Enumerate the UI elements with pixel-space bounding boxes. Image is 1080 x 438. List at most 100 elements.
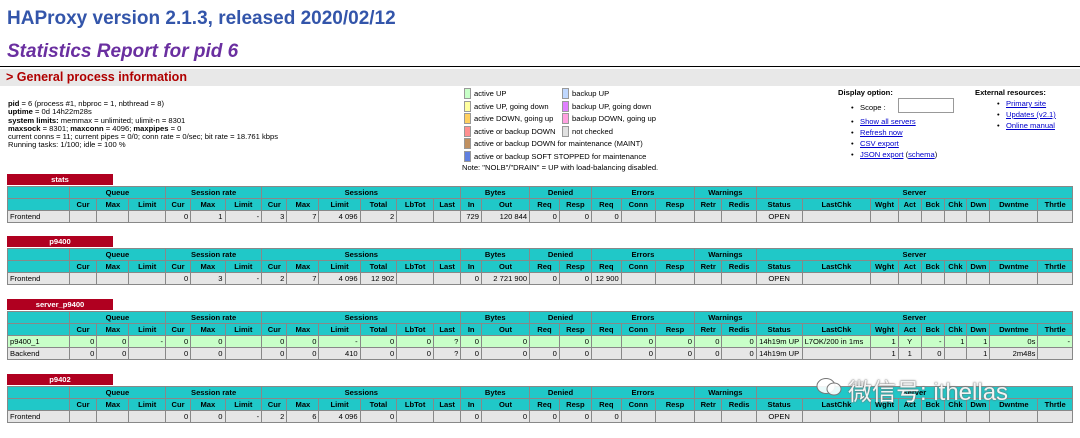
stat-cell <box>396 272 434 285</box>
row-name-cell[interactable]: p9400_1 <box>7 335 70 348</box>
column-header: Max <box>286 323 320 336</box>
stat-cell <box>943 272 968 285</box>
group-header: Errors <box>590 248 695 261</box>
column-header: Redis <box>721 323 757 336</box>
legend-swatch <box>464 113 471 124</box>
stat-cell <box>96 272 130 285</box>
header-blank <box>7 311 70 324</box>
stat-cell <box>590 335 622 348</box>
column-header: Limit <box>224 323 263 336</box>
proxy-name-tab[interactable]: p9402 <box>7 374 113 385</box>
group-header: Bytes <box>460 248 531 261</box>
stat-cell: 14h19m UP <box>755 347 803 360</box>
stat-cell: - <box>128 335 166 348</box>
proxy-name-tab[interactable]: server_p9400 <box>7 299 113 310</box>
column-header: Limit <box>318 398 361 411</box>
stat-cell <box>693 210 723 223</box>
column-header: Limit <box>128 198 166 211</box>
stat-cell <box>96 210 130 223</box>
stat-cell: 2 <box>261 272 288 285</box>
stat-cell: 0 <box>396 335 434 348</box>
group-header: Warnings <box>693 248 757 261</box>
header-blank <box>7 323 70 336</box>
display-options: Display option: Scope : Show all servers… <box>838 88 954 159</box>
group-header: Bytes <box>460 311 531 324</box>
stat-cell <box>432 210 462 223</box>
group-header: Server <box>755 248 1074 261</box>
stat-cell: 0 <box>590 210 622 223</box>
table-row: Frontend 0 0-2 6 4 096 0 0 0 0 0 0 OPEN <box>7 410 1073 423</box>
column-header: Last <box>432 398 462 411</box>
stat-cell: 0 <box>558 410 592 423</box>
stat-cell <box>432 272 462 285</box>
header-blank <box>7 398 70 411</box>
row-name-cell[interactable]: Backend <box>7 347 70 360</box>
stat-cell: OPEN <box>755 210 803 223</box>
stat-cell: 0 <box>286 347 320 360</box>
legend-label: active or backup SOFT STOPPED for mainte… <box>474 151 647 161</box>
column-header: Resp <box>558 398 592 411</box>
column-header: Conn <box>620 323 657 336</box>
proxy-name-tab[interactable]: stats <box>7 174 113 185</box>
column-header: Resp <box>655 398 695 411</box>
column-header: Dwntme <box>989 198 1039 211</box>
column-header: Cur <box>68 323 98 336</box>
table-row: p9400_1 0 0-0 0 0 0-0 0? 0 0 0 0 0 0 0 14h19m UP L7OK/2… <box>7 335 1073 348</box>
scope-input[interactable] <box>898 98 954 113</box>
column-header: Bck <box>920 323 945 336</box>
column-header: Req <box>590 198 622 211</box>
column-header: Retr <box>693 323 723 336</box>
column-header: Max <box>286 398 320 411</box>
display-options-title: Display option: <box>838 88 893 97</box>
column-header: Redis <box>721 198 757 211</box>
stat-cell: 3 <box>261 210 288 223</box>
group-header: Session rate <box>164 248 263 261</box>
stat-cell <box>432 410 462 423</box>
stat-cell <box>870 210 899 223</box>
stat-cell: 0 <box>558 210 592 223</box>
schema-link[interactable]: schema <box>908 150 935 159</box>
stat-cell <box>693 272 723 285</box>
legend-swatch <box>562 88 569 99</box>
external-resources: External resources: Primary site Updates… <box>975 88 1056 130</box>
group-header: Server <box>755 186 1074 199</box>
group-header: Server <box>755 311 1074 324</box>
row-name-cell[interactable]: Frontend <box>7 210 70 223</box>
stat-cell: 0 <box>190 410 226 423</box>
stat-cell: 7 <box>286 210 320 223</box>
column-header: Total <box>359 323 398 336</box>
column-header: Status <box>755 323 803 336</box>
group-header: Sessions <box>261 248 462 261</box>
primary-site-link[interactable]: Primary site <box>1006 99 1046 108</box>
stat-cell: 1 <box>190 210 226 223</box>
online-manual-link[interactable]: Online manual <box>1006 121 1055 130</box>
stat-cell: Y <box>897 335 922 348</box>
updates-link[interactable]: Updates (v2.1) <box>1006 110 1056 119</box>
stat-cell <box>128 347 166 360</box>
refresh-now-link[interactable]: Refresh now <box>860 128 903 137</box>
header-blank <box>7 386 70 399</box>
column-header: Limit <box>128 398 166 411</box>
watermark-text: 微信号: ithellas <box>848 379 1009 406</box>
stat-cell: 0 <box>460 347 482 360</box>
column-header: LbTot <box>396 260 434 273</box>
show-all-servers-link[interactable]: Show all servers <box>860 117 916 126</box>
legend-swatch <box>562 125 569 137</box>
csv-export-link[interactable]: CSV export <box>860 139 899 148</box>
column-header: Cur <box>164 323 192 336</box>
row-name-cell[interactable]: Frontend <box>7 272 70 285</box>
row-name-cell[interactable]: Frontend <box>7 410 70 423</box>
stat-cell <box>68 410 98 423</box>
proxy-name-tab[interactable]: p9400 <box>7 236 113 247</box>
column-header: Req <box>529 323 560 336</box>
column-header: Conn <box>620 198 657 211</box>
json-export-link[interactable]: JSON export <box>860 150 903 159</box>
process-info: pid = 6 (process #1, nbproc = 1, nbthrea… <box>8 99 278 150</box>
stat-cell: - <box>224 210 263 223</box>
stat-cell: 729 <box>460 210 482 223</box>
column-header: Limit <box>318 260 361 273</box>
stat-cell <box>620 410 657 423</box>
column-header: Max <box>96 323 130 336</box>
stat-cell <box>897 210 922 223</box>
column-header: Status <box>755 398 803 411</box>
